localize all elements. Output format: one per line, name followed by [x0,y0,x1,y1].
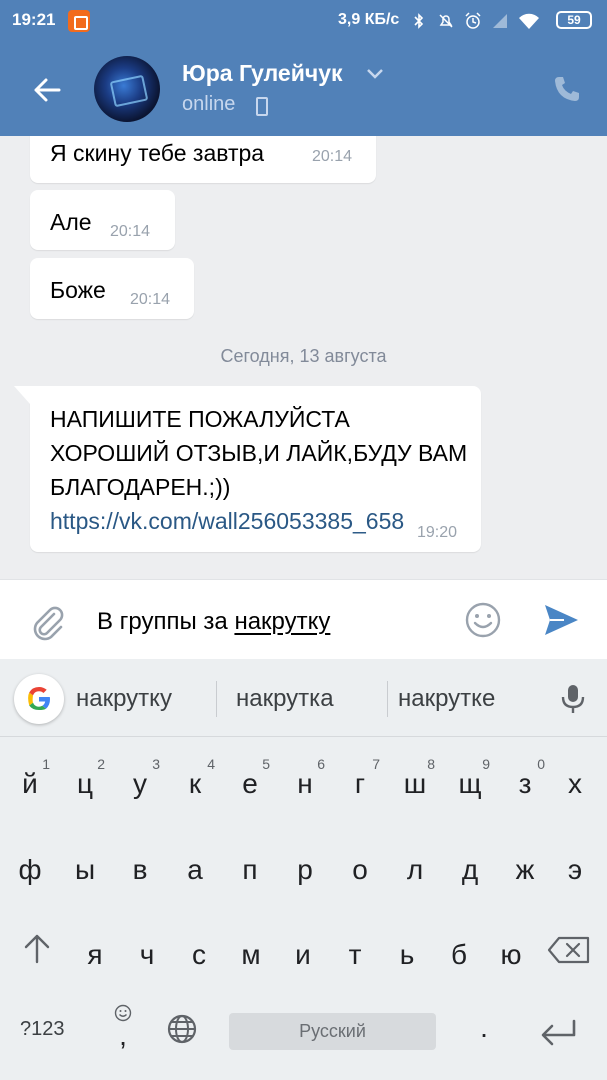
message-time: 20:14 [130,291,171,308]
message-bubble[interactable]: Але 20:14 [30,190,175,250]
key[interactable]: з0 [499,744,551,820]
suggestion-bar: накрутку накрутка накрутке [0,659,607,737]
enter-icon[interactable] [538,1017,578,1047]
date-divider: Сегодня, 13 августа [220,346,387,366]
key[interactable]: ы [59,830,111,906]
key[interactable]: м [225,915,277,991]
key[interactable]: т [329,915,381,991]
key[interactable]: л [389,830,441,906]
key[interactable]: ж [499,830,551,906]
message-bubble[interactable]: НАПИШИТЕ ПОЖАЛУЙСТА ХОРОШИЙ ОТЗЫВ,И ЛАЙК… [14,386,481,552]
key[interactable]: я [69,915,121,991]
key[interactable]: а [169,830,221,906]
message-time: 19:20 [417,524,458,541]
contact-status: online [182,93,236,115]
message-text: Боже [50,277,106,303]
message-list[interactable]: Я скину тебе завтра 20:14 Але 20:14 Боже… [0,136,607,579]
mute-icon [439,14,453,28]
message-input[interactable]: В группы за накрутку [97,608,330,636]
chat-header: Юра Гулейчук online [0,40,607,136]
suggestion-1[interactable]: накрутку [76,685,172,713]
message-link[interactable]: https://vk.com/wall256053385_658 [50,508,404,534]
key[interactable]: к4 [169,744,221,820]
mobile-icon [256,97,268,116]
key[interactable]: р [279,830,331,906]
key[interactable]: э [549,830,601,906]
phone-icon[interactable] [552,74,582,104]
status-bar: 19:21 3,9 КБ/с 59 [0,0,607,40]
attach-icon[interactable] [28,602,66,642]
input-current-word: накрутку [234,608,331,635]
comma-key[interactable]: , [108,1004,138,1056]
key[interactable]: н6 [279,744,331,820]
space-bar[interactable]: Русский [229,1013,436,1050]
chevron-down-icon[interactable] [366,68,384,80]
message-bubble[interactable]: Я скину тебе завтра 20:14 [30,136,376,183]
globe-icon[interactable] [166,1013,198,1045]
message-body: НАПИШИТЕ ПОЖАЛУЙСТА ХОРОШИЙ ОТЗЫВ,И ЛАЙК… [50,406,468,500]
message-text: НАПИШИТЕ ПОЖАЛУЙСТА ХОРОШИЙ ОТЗЫВ,И ЛАЙК… [50,402,475,538]
keyboard-divider [0,736,607,737]
key[interactable]: й1 [4,744,56,820]
key[interactable]: с [173,915,225,991]
message-composer: В группы за накрутку [0,579,607,659]
key[interactable]: б [433,915,485,991]
suggestion-divider [216,681,217,717]
back-arrow-icon[interactable] [28,70,68,110]
key[interactable]: ч [121,915,173,991]
key[interactable]: е5 [224,744,276,820]
mic-icon[interactable] [560,683,586,715]
key[interactable]: д [444,830,496,906]
backspace-icon[interactable] [547,936,591,964]
key[interactable]: щ9 [444,744,496,820]
key[interactable]: х [549,744,601,820]
shift-icon[interactable] [22,933,52,965]
message-text: Але [50,209,92,235]
key[interactable]: в [114,830,166,906]
message-bubble[interactable]: Боже 20:14 [30,258,194,319]
key[interactable]: г7 [334,744,386,820]
bluetooth-icon [414,13,424,29]
message-time: 20:14 [110,223,151,240]
key[interactable]: ц2 [59,744,111,820]
input-text: В группы за [97,608,235,635]
key[interactable]: у3 [114,744,166,820]
key[interactable]: ш8 [389,744,441,820]
battery-icon: 59 [556,11,592,29]
alarm-icon [465,12,481,29]
google-icon[interactable] [14,674,64,724]
symbols-key[interactable]: ?123 [20,1018,65,1041]
status-time: 19:21 [12,10,56,29]
suggestion-3[interactable]: накрутке [398,685,495,713]
avatar[interactable] [94,56,160,122]
key[interactable]: п [224,830,276,906]
suggestion-2[interactable]: накрутка [236,685,334,713]
contact-name[interactable]: Юра Гулейчук [182,60,343,87]
signal-icon [493,14,507,28]
key[interactable]: и [277,915,329,991]
message-time: 20:14 [312,148,353,165]
send-icon[interactable] [542,601,580,639]
suggestion-divider [387,681,388,717]
notification-icon [68,10,90,32]
emoji-icon[interactable] [464,601,502,639]
key[interactable]: ь [381,915,433,991]
wifi-icon [519,13,539,29]
period-key[interactable]: . [474,1012,494,1044]
network-speed: 3,9 КБ/с [338,11,400,28]
key[interactable]: ф [4,830,56,906]
key[interactable]: о [334,830,386,906]
status-icons [410,10,540,32]
message-text: Я скину тебе завтра [50,140,265,166]
key[interactable]: ю [485,915,537,991]
